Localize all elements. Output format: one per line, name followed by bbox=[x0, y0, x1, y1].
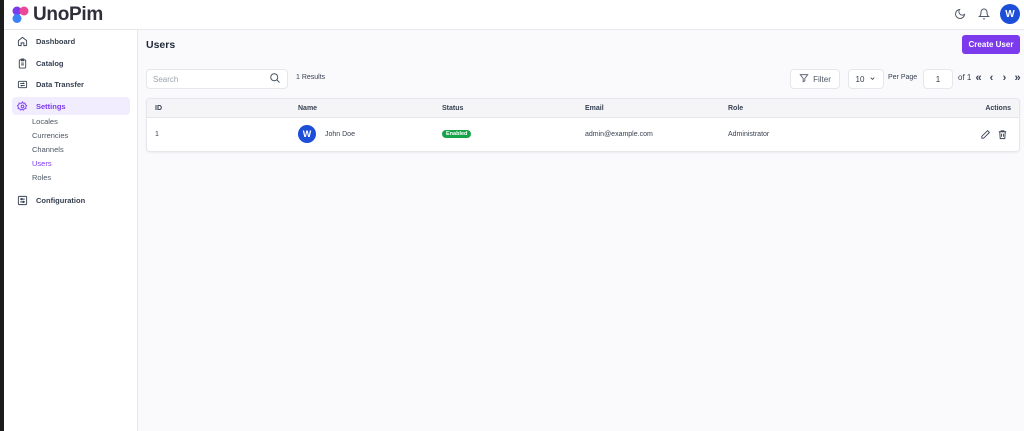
sidebar-item-label: Catalog bbox=[36, 58, 64, 68]
avatar: W bbox=[298, 125, 316, 143]
status-badge: Enabled bbox=[442, 130, 472, 138]
gear-icon bbox=[16, 100, 28, 112]
filter-icon bbox=[799, 73, 809, 85]
edit-icon[interactable] bbox=[979, 128, 991, 140]
per-page-select[interactable]: 10 bbox=[848, 69, 884, 89]
sidebar-sub-channels[interactable]: Channels bbox=[32, 145, 64, 154]
sidebar-item-label: Dashboard bbox=[36, 36, 76, 46]
sidebar: Dashboard Catalog Data Transfer Settings… bbox=[4, 30, 138, 431]
sidebar-item-data-transfer[interactable]: Data Transfer bbox=[12, 75, 130, 93]
double-right-icon[interactable]: » bbox=[1013, 72, 1022, 84]
sidebar-item-catalog[interactable]: Catalog bbox=[12, 54, 130, 72]
clipboard-icon bbox=[16, 57, 28, 69]
sidebar-item-label: Settings bbox=[36, 101, 66, 111]
sidebar-sub-users[interactable]: Users bbox=[32, 159, 52, 168]
sidebar-sub-currencies[interactable]: Currencies bbox=[32, 131, 68, 140]
search-placeholder: Search bbox=[153, 74, 179, 84]
main-content: Users Create User Search 1 Results Filte… bbox=[138, 30, 1024, 431]
search-icon[interactable] bbox=[269, 72, 281, 86]
search-input[interactable]: Search bbox=[146, 69, 288, 89]
cell-email: admin@example.com bbox=[585, 131, 653, 138]
avatar-letter: W bbox=[1005, 8, 1015, 20]
column-header-name[interactable]: Name bbox=[298, 105, 317, 112]
cell-role: Administrator bbox=[728, 131, 770, 138]
sliders-icon bbox=[16, 194, 28, 206]
transfer-icon bbox=[16, 78, 28, 90]
filter-label: Filter bbox=[813, 74, 831, 84]
logo-mark-icon bbox=[12, 6, 30, 24]
page-of-label: of 1 bbox=[958, 73, 972, 82]
top-bar: UnoPim W bbox=[4, 0, 1024, 30]
results-count: 1 Results bbox=[296, 74, 326, 81]
column-header-status[interactable]: Status bbox=[442, 105, 463, 112]
sidebar-sub-roles[interactable]: Roles bbox=[32, 173, 51, 182]
column-header-id[interactable]: ID bbox=[155, 105, 162, 112]
sidebar-item-dashboard[interactable]: Dashboard bbox=[12, 32, 130, 50]
moon-icon[interactable] bbox=[952, 6, 968, 22]
app-window: UnoPim W Dashboard Catalog Data Transfer… bbox=[4, 0, 1024, 431]
cell-id: 1 bbox=[155, 131, 159, 138]
filter-button[interactable]: Filter bbox=[790, 69, 840, 89]
cell-name: John Doe bbox=[325, 131, 355, 138]
double-left-icon[interactable]: « bbox=[974, 72, 983, 84]
right-icon[interactable]: › bbox=[1000, 72, 1009, 84]
column-header-role[interactable]: Role bbox=[728, 105, 743, 112]
avatar-letter: W bbox=[302, 129, 312, 139]
trash-icon[interactable] bbox=[996, 128, 1008, 140]
users-table: ID Name Status Email Role Actions 1 W Jo… bbox=[146, 98, 1020, 152]
left-icon[interactable]: ‹ bbox=[987, 72, 996, 84]
table-header: ID Name Status Email Role Actions bbox=[147, 99, 1019, 118]
column-header-email[interactable]: Email bbox=[585, 105, 604, 112]
table-row: 1 W John Doe Enabled admin@example.com A… bbox=[147, 118, 1019, 151]
page-title: Users bbox=[146, 39, 176, 51]
logo-text: UnoPim bbox=[33, 4, 103, 25]
page-number-input[interactable]: 1 bbox=[923, 69, 953, 89]
logo[interactable]: UnoPim bbox=[12, 5, 103, 25]
create-user-button[interactable]: Create User bbox=[962, 35, 1020, 54]
per-page-label: Per Page bbox=[888, 74, 918, 81]
pagination: « ‹ › » bbox=[974, 72, 1022, 84]
column-header-actions: Actions bbox=[985, 105, 1011, 112]
user-avatar[interactable]: W bbox=[1000, 4, 1020, 24]
sidebar-item-label: Data Transfer bbox=[36, 79, 84, 89]
header-actions: W bbox=[952, 4, 1020, 24]
home-icon bbox=[16, 35, 28, 47]
chevron-down-icon bbox=[869, 75, 876, 84]
per-page-value: 10 bbox=[855, 74, 865, 84]
sidebar-item-settings[interactable]: Settings bbox=[12, 97, 130, 115]
sidebar-item-configuration[interactable]: Configuration bbox=[12, 191, 130, 209]
bell-icon[interactable] bbox=[976, 6, 992, 22]
sidebar-item-label: Configuration bbox=[36, 195, 86, 205]
sidebar-sub-locales[interactable]: Locales bbox=[32, 117, 58, 126]
